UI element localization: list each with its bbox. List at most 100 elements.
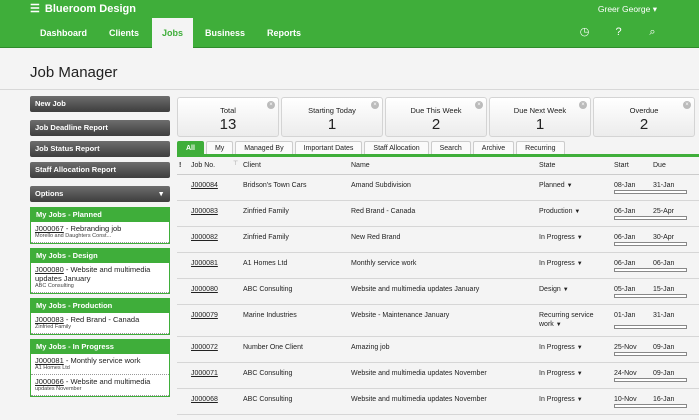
job-status-report-button[interactable]: Job Status Report [30, 141, 170, 157]
search-icon[interactable]: ⌕ [646, 26, 659, 39]
nav-clients[interactable]: Clients [109, 18, 139, 48]
help-icon[interactable]: ? [612, 26, 625, 39]
state-value: In Progress [539, 344, 575, 351]
table-row[interactable]: J000082 Zinfried Family New Red Brand In… [177, 227, 699, 253]
list-item[interactable]: J000067 - Rebranding job Morello and Dau… [31, 222, 169, 243]
job-code-link[interactable]: J000067 [35, 224, 64, 233]
close-icon[interactable]: × [579, 101, 587, 109]
job-name: Red Brand - Canada [70, 315, 140, 324]
tab-archive[interactable]: Archive [472, 141, 515, 154]
options-dropdown[interactable]: Options ▾ [30, 186, 170, 202]
job-code-link[interactable]: J000066 [35, 377, 64, 386]
job-code-link[interactable]: J000083 [35, 315, 64, 324]
job-number-link[interactable]: J000084 [191, 181, 218, 190]
header-flag[interactable]: ! [179, 161, 181, 170]
job-number-link[interactable]: J000082 [191, 233, 218, 242]
start-cell: 06-Jan [614, 234, 636, 241]
brand[interactable]: ☰ Blueroom Design [30, 2, 136, 16]
job-number-link[interactable]: J000071 [191, 369, 218, 378]
table-row[interactable]: J000084 Bridson's Town Cars Amand Subdiv… [177, 175, 699, 201]
stat-overdue[interactable]: × Overdue 2 [593, 97, 695, 137]
job-code-link[interactable]: J000081 [35, 356, 64, 365]
job-number-link[interactable]: J000080 [191, 285, 218, 294]
job-number-link[interactable]: J000072 [191, 343, 218, 352]
tab-search[interactable]: Search [430, 141, 471, 154]
stat-total[interactable]: × Total 13 [177, 97, 279, 137]
state-dropdown[interactable]: In Progress ▼ [539, 259, 583, 269]
list-item[interactable]: J000066 - Website and multimedia updates… [31, 375, 169, 396]
table-row[interactable]: J000080 ABC Consulting Website and multi… [177, 279, 699, 305]
tab-managed-by[interactable]: Managed By [235, 141, 293, 154]
close-icon[interactable]: × [475, 101, 483, 109]
job-number-link[interactable]: J000068 [191, 395, 218, 404]
client-cell: Number One Client [243, 344, 303, 351]
tab-my[interactable]: My [205, 141, 234, 154]
stat-starting-today[interactable]: × Starting Today 1 [281, 97, 383, 137]
job-deadline-report-button[interactable]: Job Deadline Report [30, 120, 170, 136]
name-cell: Website and multimedia updates November [351, 370, 487, 377]
header-client[interactable]: Client [243, 161, 261, 170]
tab-staff-allocation[interactable]: Staff Allocation [364, 141, 429, 154]
stat-due-next-week[interactable]: × Due Next Week 1 [489, 97, 591, 137]
header-state[interactable]: State [539, 161, 555, 170]
new-job-button[interactable]: New Job [30, 96, 170, 112]
table-row[interactable]: J000071 ABC Consulting Website and multi… [177, 363, 699, 389]
state-value: Production [539, 208, 573, 215]
state-dropdown[interactable]: In Progress ▼ [539, 343, 583, 353]
tab-important-dates[interactable]: Important Dates [294, 141, 363, 154]
start-cell: 06-Jan [614, 260, 636, 267]
caret-down-icon: ▼ [576, 397, 583, 403]
clock-icon[interactable]: ◷ [578, 26, 591, 39]
job-number-link[interactable]: J000079 [191, 311, 218, 320]
close-icon[interactable]: × [267, 101, 275, 109]
start-cell: 24-Nov [614, 370, 637, 377]
state-dropdown[interactable]: In Progress ▼ [539, 395, 583, 405]
header-name[interactable]: Name [351, 161, 370, 170]
user-menu[interactable]: Greer George ▾ [598, 4, 657, 15]
filter-icon[interactable]: ⊤ [233, 160, 238, 169]
close-icon[interactable]: × [371, 101, 379, 109]
nav-business[interactable]: Business [205, 18, 245, 48]
header-job-no[interactable]: Job No. [191, 161, 215, 170]
table-row[interactable]: J000072 Number One Client Amazing job In… [177, 337, 699, 363]
name-cell: Website and multimedia updates January [351, 286, 480, 293]
nav-jobs[interactable]: Jobs [152, 18, 194, 48]
state-dropdown[interactable]: In Progress ▼ [539, 233, 583, 243]
state-dropdown[interactable]: Design ▼ [539, 285, 569, 295]
job-number-link[interactable]: J000081 [191, 259, 218, 268]
table-row[interactable]: J000083 Zinfried Family Red Brand - Cana… [177, 201, 699, 227]
start-cell: 10-Nov [614, 396, 637, 403]
client-cell: Marine Industries [243, 312, 297, 319]
top-bar: ☰ Blueroom Design Greer George ▾ [0, 0, 699, 18]
job-number-link[interactable]: J000083 [191, 207, 218, 216]
header-start[interactable]: Start [614, 161, 629, 170]
list-item[interactable]: J000081 - Monthly service work A1 Homes … [31, 354, 169, 375]
state-dropdown[interactable]: Production ▼ [539, 207, 580, 217]
staff-allocation-report-button[interactable]: Staff Allocation Report [30, 162, 170, 178]
nav-dashboard[interactable]: Dashboard [40, 18, 87, 48]
caret-down-icon: ▼ [566, 183, 573, 189]
job-code-link[interactable]: J000080 [35, 265, 64, 274]
stat-value: 2 [431, 116, 441, 133]
client-cell: ABC Consulting [243, 396, 293, 403]
state-dropdown[interactable]: In Progress ▼ [539, 369, 583, 379]
panel-in-progress: My Jobs - In Progress J000081 - Monthly … [30, 339, 170, 397]
state-dropdown[interactable]: Planned ▼ [539, 181, 573, 191]
menu-icon[interactable]: ☰ [30, 2, 40, 15]
stat-due-this-week[interactable]: × Due This Week 2 [385, 97, 487, 137]
stat-value: 1 [327, 116, 337, 133]
tab-all[interactable]: All [177, 141, 204, 154]
table-row[interactable]: J000079 Marine Industries Website - Main… [177, 305, 699, 337]
nav-reports[interactable]: Reports [267, 18, 301, 48]
table-row[interactable]: J000068 ABC Consulting Website and multi… [177, 389, 699, 415]
close-icon[interactable]: × [683, 101, 691, 109]
list-item[interactable]: J000080 - Website and multimedia updates… [31, 263, 169, 293]
start-cell: 25-Nov [614, 344, 637, 351]
state-dropdown[interactable]: Recurring service work ▼ [539, 311, 609, 330]
due-cell: 15-Jan [653, 286, 675, 293]
tab-recurring[interactable]: Recurring [516, 141, 565, 154]
list-item[interactable]: J000083 - Red Brand - Canada Zinfried Fa… [31, 313, 169, 334]
header-due[interactable]: Due [653, 161, 666, 170]
table-row[interactable]: J000081 A1 Homes Ltd Monthly service wor… [177, 253, 699, 279]
user-name: Greer George [597, 4, 651, 14]
